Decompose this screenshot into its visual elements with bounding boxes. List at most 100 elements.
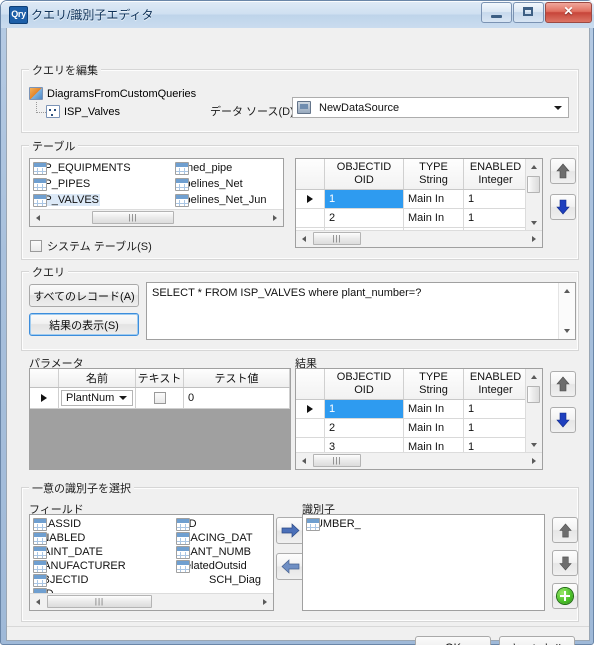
parameter-text-cell[interactable] bbox=[136, 388, 184, 408]
list-item[interactable]: PLANT_NUMB bbox=[176, 545, 252, 559]
list-item[interactable]: RelatedOutsid bbox=[176, 559, 248, 573]
grid-header-cell[interactable]: テスト値 bbox=[184, 369, 290, 387]
preview-grid-hscrollbar[interactable]: ||| bbox=[296, 230, 542, 247]
cell-objectid[interactable]: 1 bbox=[325, 400, 404, 418]
cancel-button[interactable]: キャンセル bbox=[499, 636, 575, 645]
scroll-thumb[interactable] bbox=[527, 176, 540, 193]
scroll-up-button[interactable] bbox=[526, 159, 542, 175]
list-item[interactable]: pipelines_Net bbox=[175, 177, 244, 191]
preview-move-down-button[interactable] bbox=[550, 194, 576, 220]
list-item[interactable]: ISP_PIPES bbox=[33, 177, 91, 191]
scroll-thumb[interactable]: ||| bbox=[313, 232, 361, 245]
grid-header-cell[interactable]: TYPE String bbox=[404, 159, 464, 189]
tables-listbox[interactable]: ISP_EQUIPMENTS ISP_PIPES ISP_VALVES join… bbox=[29, 158, 284, 227]
cell-enabled[interactable]: 1 bbox=[464, 400, 528, 418]
parameter-name-cell[interactable]: PlantNum bbox=[59, 388, 136, 408]
grid-header-cell[interactable]: OBJECTID OID bbox=[325, 369, 404, 399]
scroll-thumb[interactable]: ||| bbox=[47, 595, 152, 608]
tables-hscrollbar[interactable]: ||| bbox=[30, 209, 283, 226]
row-selector[interactable] bbox=[296, 419, 325, 437]
table-row[interactable]: 2 Main In 1 bbox=[296, 419, 542, 438]
table-row[interactable]: 1 Main In 1 bbox=[296, 400, 542, 419]
results-grid-vscrollbar[interactable] bbox=[525, 369, 542, 453]
tree-item-child[interactable]: ISP_Valves bbox=[46, 105, 120, 118]
list-item[interactable]: pipelines_Net_Jun bbox=[175, 193, 268, 207]
add-field-button[interactable] bbox=[276, 517, 305, 544]
fields-listbox[interactable]: CLASSID ENABLED MAINT_DATE MANUFACTURER … bbox=[29, 514, 274, 611]
results-move-down-button[interactable] bbox=[550, 407, 576, 433]
scroll-thumb[interactable]: ||| bbox=[92, 211, 174, 224]
scroll-up-button[interactable] bbox=[559, 283, 575, 299]
scroll-left-button[interactable] bbox=[30, 594, 46, 610]
identifier-listbox[interactable]: NUMBER_ bbox=[302, 514, 545, 611]
ok-button[interactable]: OK bbox=[415, 636, 491, 645]
scroll-left-button[interactable] bbox=[30, 210, 46, 226]
list-item[interactable]: joined_pipe bbox=[175, 161, 233, 175]
sql-textarea[interactable]: SELECT * FROM ISP_VALVES where plant_num… bbox=[146, 282, 576, 340]
list-item[interactable]: PLACING_DAT bbox=[176, 531, 254, 545]
scroll-right-button[interactable] bbox=[257, 594, 273, 610]
scroll-right-button[interactable] bbox=[526, 453, 542, 469]
grid-header-cell[interactable]: TYPE String bbox=[404, 369, 464, 399]
list-item[interactable]: MANUFACTURER bbox=[33, 559, 127, 573]
scroll-left-button[interactable] bbox=[296, 231, 312, 247]
cell-type[interactable]: Main In bbox=[404, 400, 464, 418]
cell-type[interactable]: Main In bbox=[404, 209, 464, 227]
sql-vscrollbar[interactable] bbox=[558, 283, 575, 339]
parameter-text-checkbox[interactable] bbox=[153, 392, 166, 404]
row-selector[interactable] bbox=[296, 209, 325, 227]
row-selector[interactable] bbox=[296, 190, 325, 208]
cell-type[interactable]: Main In bbox=[404, 190, 464, 208]
close-button[interactable]: ✕ bbox=[545, 2, 592, 23]
grid-header-cell[interactable]: OBJECTID OID bbox=[325, 159, 404, 189]
datasource-combo[interactable]: NewDataSource bbox=[292, 97, 569, 118]
preview-move-up-button[interactable] bbox=[550, 158, 576, 184]
list-item[interactable]: ENABLED bbox=[33, 531, 86, 545]
scroll-down-button[interactable] bbox=[559, 323, 575, 339]
parameter-name-combo[interactable]: PlantNum bbox=[61, 390, 133, 406]
table-row[interactable]: 1 Main In 1 bbox=[296, 190, 542, 209]
minimize-button[interactable] bbox=[481, 2, 512, 23]
list-item[interactable]: NUMBER_ bbox=[306, 517, 362, 531]
scroll-thumb[interactable]: ||| bbox=[313, 454, 361, 467]
list-item[interactable]: OID bbox=[176, 517, 198, 531]
remove-field-button[interactable] bbox=[276, 553, 305, 580]
preview-data-grid[interactable]: OBJECTID OID TYPE String ENABLED Integer… bbox=[295, 158, 543, 248]
identifier-add-button[interactable] bbox=[552, 583, 578, 609]
results-grid-hscrollbar[interactable]: ||| bbox=[296, 452, 542, 469]
scroll-down-button[interactable] bbox=[526, 215, 542, 231]
all-records-button[interactable]: すべてのレコード(A) bbox=[29, 284, 139, 307]
grid-header-cell[interactable]: 名前 bbox=[59, 369, 136, 387]
identifier-move-up-button[interactable] bbox=[552, 517, 578, 543]
parameter-testvalue-cell[interactable]: 0 bbox=[184, 388, 290, 408]
scroll-up-button[interactable] bbox=[526, 369, 542, 385]
preview-grid-vscrollbar[interactable] bbox=[525, 159, 542, 231]
cell-objectid[interactable]: 1 bbox=[325, 190, 404, 208]
fields-hscrollbar[interactable]: ||| bbox=[30, 593, 273, 610]
list-item[interactable]: CLASSID bbox=[33, 517, 82, 531]
table-row[interactable]: PlantNum 0 bbox=[30, 388, 290, 409]
cell-objectid[interactable]: 2 bbox=[325, 209, 404, 227]
tree-item-root[interactable]: DiagramsFromCustomQueries bbox=[29, 87, 196, 100]
results-move-up-button[interactable] bbox=[550, 371, 576, 397]
scroll-left-button[interactable] bbox=[296, 453, 312, 469]
list-item-selected[interactable]: ISP_VALVES bbox=[33, 193, 101, 207]
scroll-right-button[interactable] bbox=[526, 231, 542, 247]
identifier-move-down-button[interactable] bbox=[552, 550, 578, 576]
scroll-right-button[interactable] bbox=[267, 210, 283, 226]
grid-header-cell[interactable]: ENABLED Integer bbox=[464, 369, 528, 399]
title-bar[interactable]: Qry クエリ/識別子エディタ ✕ bbox=[1, 1, 594, 28]
list-item[interactable]: MAINT_DATE bbox=[33, 545, 104, 559]
list-item[interactable]: ISP_EQUIPMENTS bbox=[33, 161, 132, 175]
list-item[interactable]: OBJECTID bbox=[33, 573, 89, 587]
maximize-button[interactable] bbox=[513, 2, 544, 23]
list-item[interactable]: SCH_Diag bbox=[208, 574, 262, 586]
cell-objectid[interactable]: 2 bbox=[325, 419, 404, 437]
cell-enabled[interactable]: 1 bbox=[464, 190, 528, 208]
scroll-thumb[interactable] bbox=[527, 386, 540, 403]
grid-header-cell[interactable]: ENABLED Integer bbox=[464, 159, 528, 189]
show-results-button[interactable]: 結果の表示(S) bbox=[29, 313, 139, 336]
row-selector[interactable] bbox=[296, 400, 325, 418]
cell-enabled[interactable]: 1 bbox=[464, 419, 528, 437]
system-tables-checkbox[interactable]: システム テーブル(S) bbox=[30, 238, 152, 254]
